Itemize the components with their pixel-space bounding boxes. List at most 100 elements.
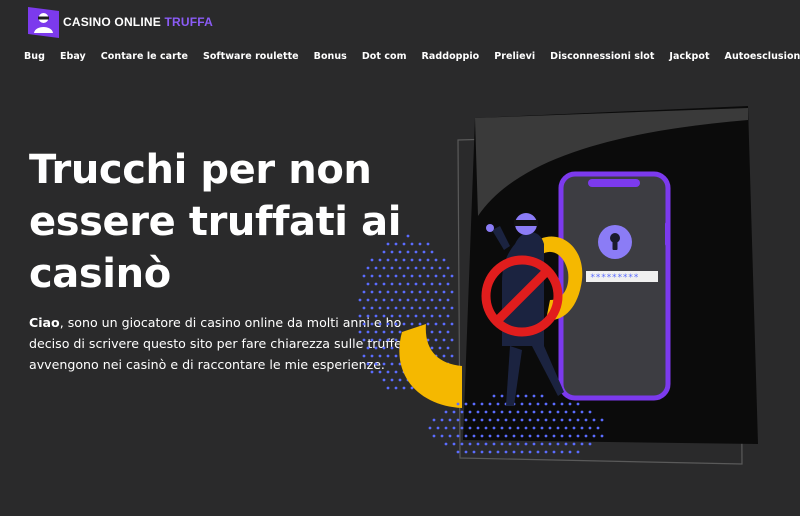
- decor-dot: [500, 426, 504, 430]
- decor-dot: [464, 434, 468, 438]
- decor-dot: [524, 410, 528, 414]
- decor-dot: [386, 290, 390, 294]
- decor-dot: [434, 338, 438, 342]
- decor-dot: [576, 402, 580, 406]
- decor-dot: [450, 290, 454, 294]
- decor-dot: [434, 306, 438, 310]
- decor-dot: [560, 434, 564, 438]
- decor-dot: [544, 402, 548, 406]
- decor-dot: [438, 314, 442, 318]
- decor-dot: [418, 306, 422, 310]
- decor-dot: [394, 306, 398, 310]
- nav-item-jackpot[interactable]: Jackpot: [669, 51, 709, 62]
- decor-dot: [556, 442, 560, 446]
- decor-dot: [580, 442, 584, 446]
- decor-dot: [382, 378, 386, 382]
- decor-dot: [406, 234, 410, 238]
- nav-item-bonus[interactable]: Bonus: [314, 51, 347, 62]
- decor-dot: [430, 282, 434, 286]
- nav-item-dot-com[interactable]: Dot com: [362, 51, 407, 62]
- decor-dot: [532, 410, 536, 414]
- decor-dot: [440, 434, 444, 438]
- decor-dot: [398, 298, 402, 302]
- decor-dot: [460, 426, 464, 430]
- decor-dot: [374, 330, 378, 334]
- decor-dot: [386, 354, 390, 358]
- nav-item-software-roulette[interactable]: Software roulette: [203, 51, 299, 62]
- decor-dot: [398, 314, 402, 318]
- hero-title-line-1: Trucchi per non: [29, 147, 372, 193]
- decor-dot: [492, 394, 496, 398]
- decor-dot: [430, 314, 434, 318]
- decor-dot: [426, 258, 430, 262]
- decor-dot: [438, 330, 442, 334]
- decor-dot: [410, 242, 414, 246]
- decor-dot: [422, 282, 426, 286]
- decor-dot: [398, 330, 402, 334]
- decor-dot: [520, 402, 524, 406]
- decor-dot: [402, 258, 406, 262]
- decor-dot: [358, 314, 362, 318]
- decor-dot: [390, 250, 394, 254]
- decor-dot: [414, 282, 418, 286]
- decor-dot: [508, 442, 512, 446]
- nav-item-ebay[interactable]: Ebay: [60, 51, 86, 62]
- decor-dot: [552, 434, 556, 438]
- decor-dot: [544, 450, 548, 454]
- decor-dot: [446, 282, 450, 286]
- decor-dot: [572, 410, 576, 414]
- decor-dot: [374, 362, 378, 366]
- nav-item-prelievi[interactable]: Prelievi: [494, 51, 535, 62]
- nav-item-bug[interactable]: Bug: [24, 51, 45, 62]
- decor-dot: [390, 362, 394, 366]
- nav-item-raddoppio[interactable]: Raddoppio: [422, 51, 480, 62]
- decor-dot: [464, 402, 468, 406]
- decor-dot: [430, 298, 434, 302]
- decor-dot: [398, 250, 402, 254]
- decor-dot: [426, 242, 430, 246]
- decor-dot: [382, 298, 386, 302]
- decor-dot: [446, 330, 450, 334]
- decor-dot: [456, 450, 460, 454]
- decor-dot: [508, 410, 512, 414]
- decor-dot: [418, 290, 422, 294]
- yellow-swoosh: [399, 324, 462, 408]
- decor-dot: [520, 434, 524, 438]
- decor-dot: [504, 418, 508, 422]
- decor-dot: [468, 442, 472, 446]
- decor-dot: [568, 418, 572, 422]
- decor-dot: [472, 450, 476, 454]
- decor-dot: [580, 426, 584, 430]
- decor-dot: [564, 410, 568, 414]
- decor-dot: [370, 322, 374, 326]
- decor-dot: [370, 274, 374, 278]
- site-logo[interactable]: CASINO ONLINE TRUFFA: [28, 6, 213, 38]
- decor-dot: [492, 426, 496, 430]
- decor-dot: [438, 282, 442, 286]
- hero-illustration: *********: [358, 106, 758, 465]
- nav-item-contare-le-carte[interactable]: Contare le carte: [101, 51, 188, 62]
- decor-dot: [528, 418, 532, 422]
- nav-item-disconnessioni-slot[interactable]: Disconnessioni slot: [550, 51, 654, 62]
- decor-dot: [496, 418, 500, 422]
- decor-dot: [548, 410, 552, 414]
- decor-dot: [442, 322, 446, 326]
- decor-dot: [442, 258, 446, 262]
- decor-dot: [432, 434, 436, 438]
- decor-dot: [528, 402, 532, 406]
- decor-dot: [390, 266, 394, 270]
- decor-dot: [496, 402, 500, 406]
- decor-dot: [426, 290, 430, 294]
- hero-title-line-3: casinò: [29, 251, 171, 297]
- decor-dot: [500, 410, 504, 414]
- decor-dot: [386, 306, 390, 310]
- decor-dot: [492, 442, 496, 446]
- decor-dot: [532, 426, 536, 430]
- decor-dot: [378, 322, 382, 326]
- decor-dot: [588, 426, 592, 430]
- decor-dot: [410, 290, 414, 294]
- decor-dot: [402, 242, 406, 246]
- nav-item-autoesclusione[interactable]: Autoesclusione: [725, 51, 800, 62]
- decor-dot: [358, 330, 362, 334]
- decor-dot: [438, 298, 442, 302]
